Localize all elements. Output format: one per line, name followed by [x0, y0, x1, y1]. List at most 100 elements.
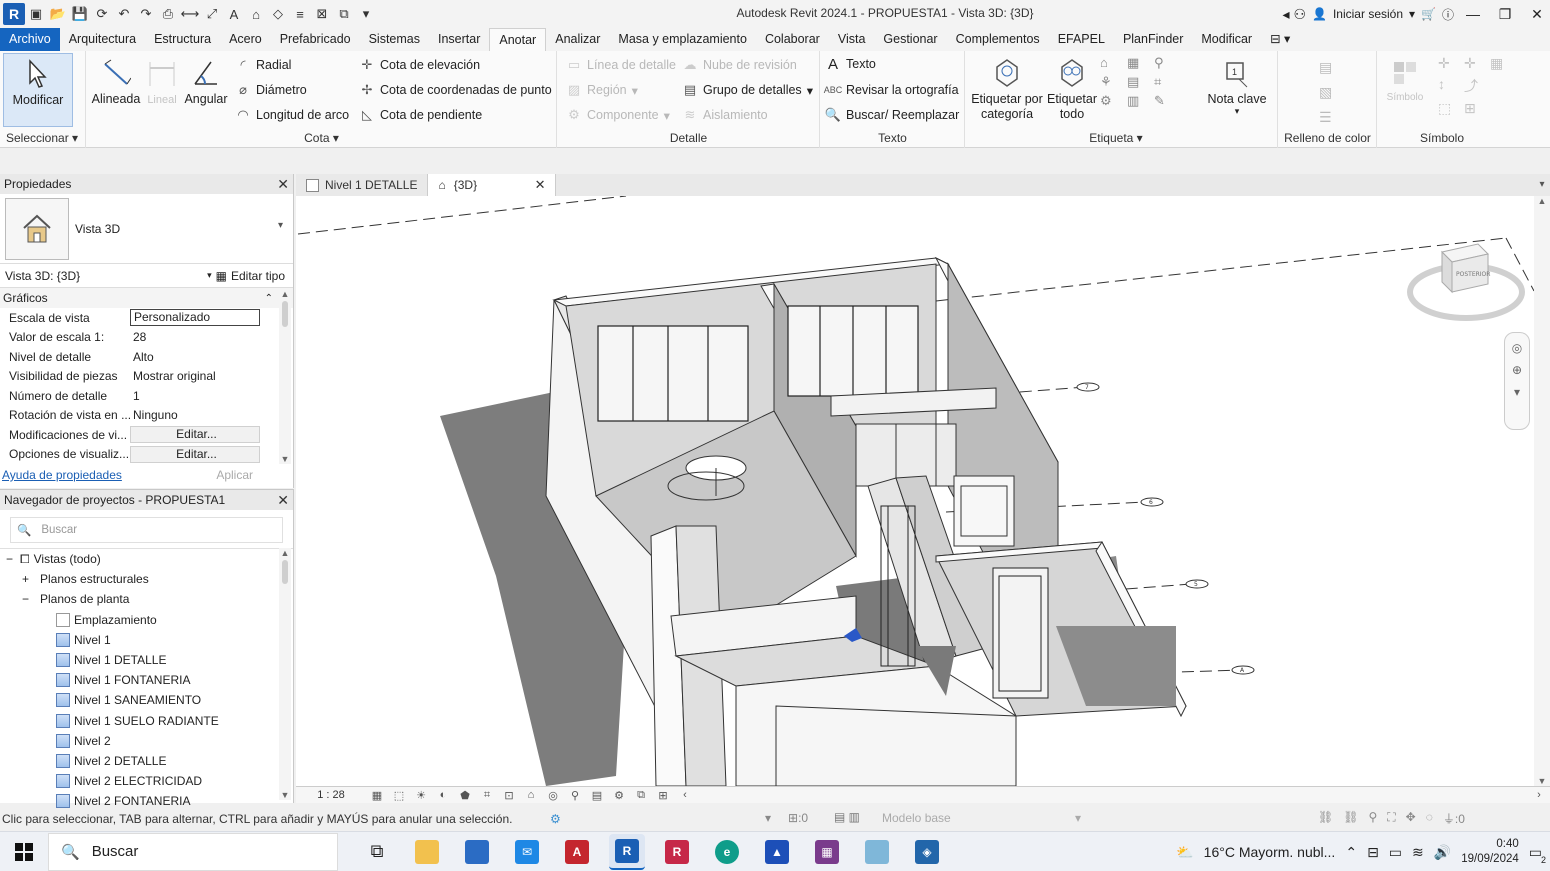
beam-annotation-icon[interactable]: ⌗ — [1154, 74, 1178, 90]
winrar-icon[interactable]: ▦ — [809, 834, 845, 870]
spot-slope-button[interactable]: ◺ Cota de pendiente — [359, 107, 482, 123]
browser-scrollbar[interactable]: ▲ ▼ — [279, 548, 291, 800]
tree-structural-plans[interactable]: + Planos estructurales — [0, 569, 293, 589]
browser-search-input[interactable]: 🔍 Buscar — [10, 517, 283, 543]
tree-view-item[interactable]: Nivel 2 ELECTRICIDAD — [0, 771, 293, 791]
thin-lines-icon[interactable]: ≡ — [289, 3, 311, 25]
multi-tag-icon[interactable]: ⚘ — [1100, 74, 1124, 90]
editable-only-icon[interactable]: ⊞:0 — [788, 811, 808, 825]
temp-view-props-icon[interactable]: ▤ — [586, 789, 608, 802]
diameter-dim-button[interactable]: ⌀ Diámetro — [235, 82, 307, 98]
wifi-icon[interactable]: ≋ — [1412, 844, 1424, 861]
insulation-button[interactable]: ≋ Aislamiento — [682, 107, 768, 123]
sync-icon[interactable]: ⟳ — [91, 3, 113, 25]
select-links-icon[interactable]: ⛓ — [1318, 810, 1333, 827]
ribbon-tab-gestionar[interactable]: Gestionar — [874, 28, 946, 51]
shadows-icon[interactable]: ◐ — [432, 789, 454, 801]
ribbon-tab-masa-y-emplazamiento[interactable]: Masa y emplazamiento — [609, 28, 756, 51]
text-button[interactable]: A Texto — [825, 56, 876, 73]
path-reinforcement-icon[interactable]: ⤴ — [1464, 76, 1486, 96]
area-reinforcement-icon[interactable]: ↕ — [1438, 76, 1460, 96]
tray-chevron-icon[interactable]: ⌃ — [1345, 844, 1357, 861]
scroll-right-icon[interactable]: › — [1528, 789, 1550, 801]
symbol-button[interactable]: Símbolo — [1380, 53, 1430, 103]
text-icon[interactable]: A — [223, 3, 245, 25]
reveal-hidden-icon[interactable]: ⚲ — [564, 789, 586, 802]
render-icon[interactable]: ⬟ — [454, 789, 476, 802]
volume-icon[interactable]: 🔊 — [1434, 844, 1451, 861]
graphics-category[interactable]: Gráficos ⌃ — [0, 288, 293, 308]
dimension-panel-title[interactable]: Cota ▾ — [87, 131, 556, 145]
select-pinned-icon[interactable]: ⚲ — [1368, 810, 1377, 827]
spelling-button[interactable]: ABC Revisar la ortografía — [824, 82, 959, 98]
revit-icon[interactable]: R — [609, 833, 645, 870]
lock-view-icon[interactable]: ⌂ — [520, 789, 542, 801]
workset-icon[interactable]: ⚙ — [550, 812, 561, 826]
tread-number-icon[interactable]: ▥ — [1127, 93, 1151, 109]
model-base-selector[interactable]: Modelo base — [882, 811, 951, 825]
network-icon[interactable]: ⊟ — [1367, 844, 1379, 861]
edit-type-button[interactable]: Editar tipo — [231, 269, 285, 283]
close-icon[interactable]: ✕ — [1524, 0, 1550, 28]
ribbon-tab-prefabricado[interactable]: Prefabricado — [271, 28, 360, 51]
weather-text[interactable]: 16°C Mayorm. nubl... — [1204, 844, 1336, 860]
component-button[interactable]: ⚙ Componente ▾ — [566, 107, 670, 123]
sun-path-icon[interactable]: ☀ — [410, 789, 432, 802]
fabric-icon[interactable]: ▦ — [1490, 55, 1512, 72]
signin-dropdown-icon[interactable]: ▾ — [1409, 7, 1415, 21]
analytical-model-icon[interactable]: ⊞ — [652, 789, 674, 802]
user-icon[interactable]: 👤 — [1312, 7, 1327, 21]
ribbon-tab-modificar[interactable]: Modificar — [1192, 28, 1261, 51]
close-hidden-icon[interactable]: ⊠ — [311, 3, 333, 25]
ribbon-tab-insertar[interactable]: Insertar — [429, 28, 489, 51]
autocad-icon[interactable]: A — [559, 834, 595, 870]
measure-icon[interactable]: ⟷ — [179, 3, 201, 25]
property-value[interactable]: Alto — [130, 350, 260, 364]
worksharing-icon[interactable]: ⚙ — [608, 789, 630, 802]
customize-qat-icon[interactable]: ▾ — [355, 3, 377, 25]
tree-view-item[interactable]: Nivel 1 DETALLE — [0, 650, 293, 670]
duct-legend-icon[interactable]: ▤ — [1319, 55, 1332, 80]
view-scale-button[interactable]: 1 : 28 — [296, 789, 366, 801]
keynote-button[interactable]: 1 Nota clave ▾ — [1202, 53, 1272, 117]
ribbon-tab-archivo[interactable]: Archivo — [0, 28, 60, 51]
tag-by-category-button[interactable]: Etiquetar por categoría — [968, 53, 1046, 122]
select-panel-title[interactable]: Seleccionar ▾ — [0, 131, 85, 145]
tab-3d[interactable]: ⌂ {3D} ✕ — [428, 174, 557, 196]
select-by-face-icon[interactable]: ⛶ — [1387, 810, 1395, 827]
visual-style-icon[interactable]: ⬚ — [388, 789, 410, 802]
radial-dim-button[interactable]: ◜ Radial — [235, 57, 291, 73]
spot-coordinate-button[interactable]: ✢ Cota de coordenadas de punto — [359, 82, 552, 98]
collapse-minus-icon[interactable]: − — [22, 592, 40, 606]
notes-icon[interactable] — [859, 834, 895, 870]
drag-on-select-icon[interactable]: ✥ — [1406, 810, 1416, 827]
instance-selector[interactable]: Vista 3D: {3D} — [5, 269, 80, 283]
ribbon-tab-acero[interactable]: Acero — [220, 28, 271, 51]
apply-button[interactable]: Aplicar — [216, 468, 253, 482]
material-tag-icon[interactable]: ✎ — [1154, 93, 1178, 109]
minimize-icon[interactable]: — — [1460, 0, 1486, 28]
property-value[interactable]: Personalizado — [130, 309, 260, 327]
steering-wheel-icon[interactable]: ◎ — [1512, 341, 1522, 355]
property-value[interactable]: 28 — [130, 330, 260, 344]
notifications-icon[interactable]: ▭ 2 — [1529, 844, 1546, 865]
ribbon-tab-arquitectura[interactable]: Arquitectura — [60, 28, 145, 51]
pipe-legend-icon[interactable]: ▧ — [1319, 80, 1332, 105]
tree-view-item[interactable]: Nivel 1 FONTANERIA — [0, 670, 293, 690]
restore-icon[interactable]: ❐ — [1492, 0, 1518, 28]
battery-icon[interactable]: ▭ — [1389, 844, 1402, 861]
find-replace-button[interactable]: 🔍 Buscar/ Reemplazar — [825, 107, 959, 123]
type-selector[interactable]: Vista 3D ▾ — [0, 194, 293, 264]
show-crop-icon[interactable]: ⊡ — [498, 789, 520, 802]
file-explorer-icon[interactable] — [409, 834, 445, 870]
property-value[interactable]: Ninguno — [130, 408, 260, 422]
tag-panel-title[interactable]: Etiqueta ▾ — [966, 131, 1266, 145]
color-fill-legend-icon[interactable]: ☰ — [1319, 105, 1332, 130]
modify-button[interactable]: Modificar — [3, 53, 73, 127]
property-value[interactable]: 1 — [130, 389, 260, 403]
section-icon[interactable]: ◇ — [267, 3, 289, 25]
redo-icon[interactable]: ↷ — [135, 3, 157, 25]
aligned-dimension-icon[interactable]: ⤢ — [201, 3, 223, 25]
stair-path-icon[interactable]: ⊞ — [1464, 100, 1486, 117]
background-process-icon[interactable]: ◌ — [1426, 810, 1433, 827]
